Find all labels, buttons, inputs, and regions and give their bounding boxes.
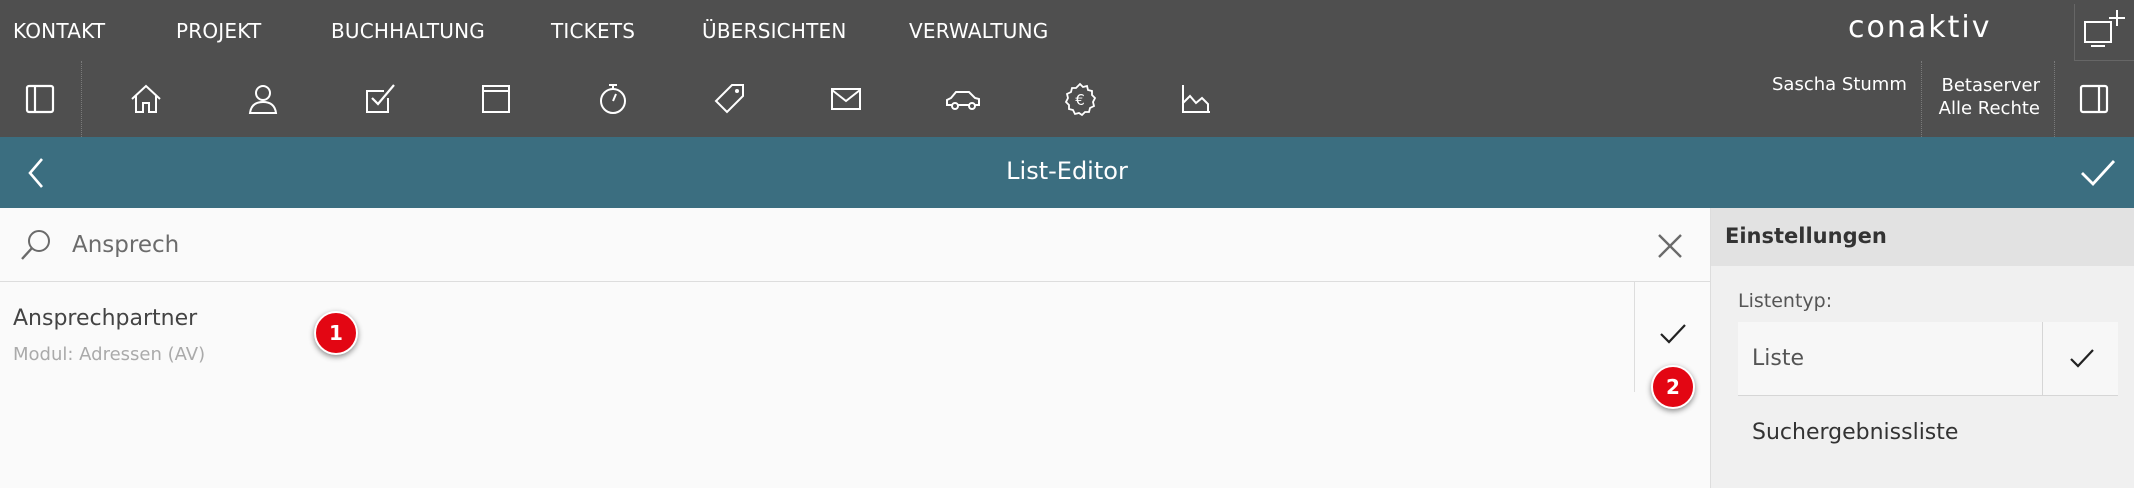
checkmark-icon bbox=[2081, 160, 2116, 187]
toolbar-sidebar-toggle-button[interactable] bbox=[0, 61, 80, 137]
tag-icon bbox=[714, 84, 744, 114]
list-type-option-suchergebnissliste[interactable]: Suchergebnissliste bbox=[1738, 396, 2118, 470]
list-type-option-label: Liste bbox=[1752, 346, 1804, 371]
toolbar: € Sascha Stumm Betaserver Alle Rechte bbox=[0, 61, 2134, 137]
confirm-button[interactable] bbox=[2074, 149, 2122, 197]
server-name: Betaserver bbox=[1941, 75, 2041, 96]
nav-item-projekt[interactable]: PROJEKT bbox=[176, 19, 261, 43]
clear-search-button[interactable] bbox=[1650, 226, 1690, 266]
nav-item-buchhaltung[interactable]: BUCHHALTUNG bbox=[331, 19, 485, 43]
close-icon bbox=[1658, 234, 1682, 258]
list-item[interactable]: Ansprechpartner Modul: Adressen (AV) bbox=[0, 282, 1710, 392]
list-type-label: Listentyp: bbox=[1738, 290, 1833, 312]
search-icon bbox=[21, 230, 50, 260]
nav-item-uebersichten[interactable]: ÜBERSICHTEN bbox=[702, 19, 847, 43]
brand-logo: conaktiv bbox=[1848, 10, 1992, 45]
toolbar-tasks-button[interactable] bbox=[340, 61, 420, 137]
toolbar-mail-button[interactable] bbox=[806, 61, 886, 137]
settings-panel: Einstellungen Listentyp: Liste Suchergeb… bbox=[1710, 208, 2134, 488]
home-icon bbox=[131, 84, 161, 113]
toolbar-right-panel-toggle-button[interactable] bbox=[2054, 61, 2134, 137]
toolbar-window-button[interactable] bbox=[456, 61, 536, 137]
right-panel-toggle-icon bbox=[2079, 84, 2109, 114]
new-window-icon bbox=[2084, 10, 2125, 47]
list-type-option-check bbox=[2042, 322, 2118, 396]
toolbar-tags-button[interactable] bbox=[690, 61, 770, 137]
chart-icon bbox=[1182, 85, 1210, 113]
list-editor-main: Ansprechpartner Modul: Adressen (AV) 1 2 bbox=[0, 208, 1710, 488]
new-window-button[interactable] bbox=[2074, 4, 2134, 61]
toolbar-reports-button[interactable] bbox=[1156, 61, 1236, 137]
checkmark-icon bbox=[2070, 349, 2094, 368]
toolbar-home-button[interactable] bbox=[106, 61, 186, 137]
search-input[interactable] bbox=[72, 225, 1632, 265]
page-title: List-Editor bbox=[1006, 157, 1128, 185]
list-type-option-liste[interactable]: Liste bbox=[1738, 322, 2118, 396]
car-icon bbox=[946, 91, 980, 110]
toolbar-divider bbox=[1921, 61, 1922, 137]
title-bar: List-Editor bbox=[0, 137, 2134, 208]
sidebar-toggle-icon bbox=[25, 84, 55, 114]
settings-panel-title: Einstellungen bbox=[1725, 224, 1887, 248]
current-user-name[interactable]: Sascha Stumm bbox=[1772, 74, 1907, 95]
nav-item-kontakt[interactable]: KONTAKT bbox=[13, 19, 105, 43]
list-type-option-label: Suchergebnissliste bbox=[1752, 420, 1959, 445]
stopwatch-icon bbox=[600, 84, 626, 114]
toolbar-vehicles-button[interactable] bbox=[923, 61, 1003, 137]
top-navigation-bar: KONTAKT PROJEKT BUCHHALTUNG TICKETS ÜBER… bbox=[0, 0, 2134, 61]
toolbar-finance-button[interactable]: € bbox=[1040, 61, 1120, 137]
list-item-title: Ansprechpartner bbox=[13, 306, 198, 331]
search-bar bbox=[0, 208, 1710, 282]
list-item-module: Modul: Adressen (AV) bbox=[13, 344, 206, 365]
window-icon bbox=[482, 85, 510, 113]
settings-panel-header: Einstellungen bbox=[1711, 208, 2134, 266]
person-icon bbox=[248, 85, 278, 114]
server-info[interactable]: Betaserver Alle Rechte bbox=[1928, 74, 2040, 120]
toolbar-divider bbox=[81, 61, 82, 137]
svg-text:€: € bbox=[1075, 91, 1085, 109]
toolbar-time-button[interactable] bbox=[573, 61, 653, 137]
server-rights: Alle Rechte bbox=[1938, 98, 2040, 119]
nav-item-tickets[interactable]: TICKETS bbox=[551, 19, 635, 43]
nav-item-verwaltung[interactable]: VERWALTUNG bbox=[909, 19, 1048, 43]
toolbar-contacts-button[interactable] bbox=[223, 61, 303, 137]
checkmark-icon bbox=[1660, 324, 1686, 344]
euro-icon: € bbox=[1064, 82, 1097, 117]
annotation-badge-2: 2 bbox=[1651, 365, 1695, 409]
mail-icon bbox=[831, 88, 861, 110]
task-check-icon bbox=[366, 84, 395, 113]
annotation-badge-1: 1 bbox=[314, 311, 358, 355]
